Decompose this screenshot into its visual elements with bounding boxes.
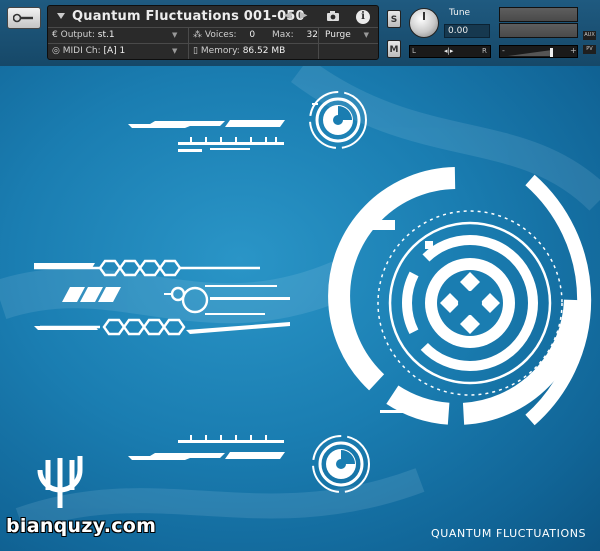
voices-display: ⁂ Voices: 0 Max: 32 <box>193 30 318 40</box>
tools-button[interactable] <box>7 7 41 29</box>
info-icon[interactable]: i <box>356 10 370 24</box>
level-meter-right <box>499 23 578 38</box>
gui-artwork <box>0 66 600 532</box>
camera-icon[interactable] <box>326 10 340 22</box>
panel-divider <box>318 28 319 59</box>
next-arrow-icon[interactable]: ▶ <box>300 10 308 21</box>
pv-button[interactable]: PV <box>583 45 596 54</box>
voices-icon: ⁂ <box>193 30 202 40</box>
voices-value: 0 <box>249 30 256 40</box>
midi-value: [A] 1 <box>103 46 126 56</box>
midi-icon: ◎ <box>52 46 60 56</box>
memory-display: ▯ Memory: 86.52 MB <box>193 46 285 56</box>
memory-icon: ▯ <box>193 46 198 56</box>
dropdown-arrow-icon: ▼ <box>172 31 178 39</box>
pan-slider[interactable]: L ◂|▸ R <box>409 45 491 58</box>
output-dropdown[interactable]: ▼ <box>172 30 177 40</box>
wrench-icon <box>13 13 33 23</box>
tune-label: Tune <box>449 8 471 18</box>
output-value: st.1 <box>97 30 115 40</box>
max-label: Max: <box>272 30 294 40</box>
top-dial-knob[interactable] <box>309 91 367 149</box>
purge-button[interactable]: Purge ▼ <box>322 28 374 43</box>
panel-divider <box>188 28 189 59</box>
volume-ramp <box>508 48 553 57</box>
bottom-dial-knob[interactable] <box>312 435 370 493</box>
watermark-text: bianquzy.com <box>6 515 157 537</box>
top-line-graphic <box>128 120 285 152</box>
volume-plus-label: + <box>570 46 577 55</box>
main-dial[interactable] <box>328 167 592 426</box>
volume-minus-label: - <box>502 46 505 55</box>
instrument-title[interactable]: Quantum Fluctuations 001-050 <box>72 9 305 24</box>
memory-value: 86.52 MB <box>242 46 286 56</box>
dropdown-arrow-icon: ▼ <box>172 47 178 55</box>
volume-slider[interactable]: - + <box>499 45 578 58</box>
voices-label: Voices: <box>204 30 237 40</box>
panel-divider <box>48 43 378 44</box>
mute-button[interactable]: M <box>387 40 401 58</box>
collapse-arrow-icon[interactable] <box>57 13 65 19</box>
aux-button[interactable]: AUX <box>583 31 596 40</box>
output-label: Output: <box>60 30 95 40</box>
max-voices-value[interactable]: 32 <box>307 30 318 40</box>
purge-label: Purge <box>325 30 351 40</box>
bottom-line-graphic <box>128 435 285 460</box>
prev-arrow-icon[interactable]: ◀ <box>284 10 292 21</box>
output-selector[interactable]: € Output: st.1 <box>52 30 115 40</box>
memory-label: Memory: <box>200 46 240 56</box>
instrument-panel: Quantum Fluctuations 001-050 ◀ ▶ i € Outp… <box>47 5 379 60</box>
output-icon: € <box>52 30 58 40</box>
midi-dropdown[interactable]: ▼ <box>172 46 177 56</box>
instrument-gui <box>0 66 600 551</box>
solo-button[interactable]: S <box>387 10 401 28</box>
pan-left-label: L <box>412 47 416 55</box>
kontakt-header: Quantum Fluctuations 001-050 ◀ ▶ i € Outp… <box>0 0 600 66</box>
pan-right-label: R <box>482 47 487 55</box>
instrument-nav: ◀ ▶ <box>284 10 315 21</box>
product-name: QUANTUM FLUCTUATIONS <box>431 527 587 540</box>
pan-handle[interactable]: ◂|▸ <box>444 47 453 55</box>
knob-indicator <box>423 12 425 20</box>
midi-label: MIDI Ch: <box>62 46 101 56</box>
midi-channel-selector[interactable]: ◎ MIDI Ch: [A] 1 <box>52 46 125 56</box>
tune-knob[interactable] <box>409 8 439 38</box>
tune-value-field[interactable]: 0.00 <box>444 24 490 38</box>
dropdown-arrow-icon: ▼ <box>363 31 370 39</box>
level-meter-left <box>499 7 578 22</box>
